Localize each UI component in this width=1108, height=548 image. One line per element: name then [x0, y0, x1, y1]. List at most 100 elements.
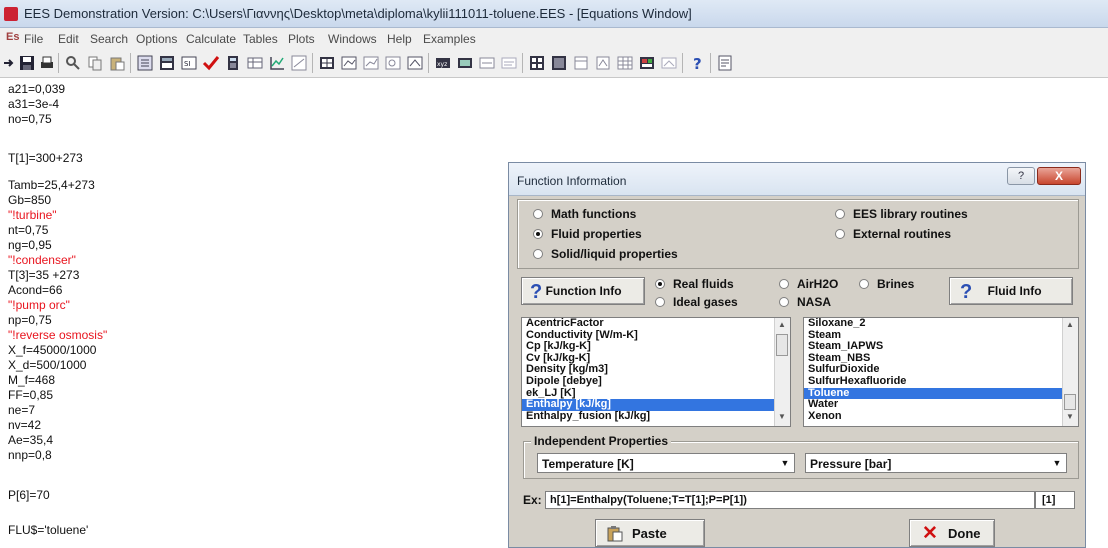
equations-window-icon[interactable] [500, 54, 518, 72]
property-1-select[interactable]: Temperature [K] ▼ [537, 453, 795, 473]
equation-line: Gb=850 [8, 193, 52, 207]
done-label: Done [948, 526, 981, 541]
radio-dot [779, 279, 789, 289]
dialog-title: Function Information [517, 174, 627, 188]
function-list-item[interactable]: AcentricFactor [522, 318, 790, 330]
equation-line: ne=7 [8, 403, 36, 417]
function-list[interactable]: AcentricFactor Conductivity [W/m-K] Cp [kJ… [521, 317, 791, 427]
menu-edit[interactable]: Edit [58, 32, 79, 46]
print-icon[interactable] [38, 54, 56, 72]
menu-tables[interactable]: Tables [243, 32, 278, 46]
radio-ees-library-routines[interactable]: EES library routines [835, 207, 968, 221]
radio-real-fluids[interactable]: Real fluids [655, 277, 734, 291]
window-title-bar: EES Demonstration Version: C:\Users\Γιαν… [0, 0, 1108, 28]
menu-options[interactable]: Options [136, 32, 177, 46]
radio-dot [655, 297, 665, 307]
radio-ideal-gases[interactable]: Ideal gases [655, 295, 738, 309]
menu-help[interactable]: Help [387, 32, 412, 46]
formatted-equations-icon[interactable] [528, 54, 546, 72]
copy-icon[interactable] [86, 54, 104, 72]
fluid-list-item[interactable]: SulfurHexafluoride [804, 375, 1078, 388]
help-icon[interactable]: ? [688, 54, 706, 72]
info-icon[interactable] [136, 54, 154, 72]
array-index-field[interactable]: [1] [1035, 491, 1075, 509]
done-button[interactable]: ✕ Done [909, 519, 995, 547]
table-icon[interactable] [158, 54, 176, 72]
question-icon: ? [530, 281, 543, 303]
radio-fluid-properties[interactable]: Fluid properties [533, 227, 642, 241]
paste-button[interactable]: Paste [595, 519, 705, 547]
fluid-list-item[interactable]: Toluene [804, 387, 1078, 400]
menu-bar: Es File Edit Search Options Calculate Ta… [0, 28, 1108, 48]
graph-icon[interactable] [290, 54, 308, 72]
app-icon [4, 7, 18, 21]
menu-file[interactable]: File [24, 32, 43, 46]
app-menu-icon[interactable]: Es [6, 31, 19, 43]
solution-window-icon[interactable] [550, 54, 568, 72]
radio-label: Real fluids [673, 277, 734, 291]
function-list-item[interactable]: Enthalpy [kJ/kg] [522, 399, 790, 411]
check-icon[interactable] [202, 54, 220, 72]
integral-table-icon[interactable] [660, 54, 678, 72]
fluid-list[interactable]: Siloxane_2 Steam Steam_IAPWS Steam_NBS Sulfu… [803, 317, 1079, 427]
property-2-select[interactable]: Pressure [bar] ▼ [805, 453, 1067, 473]
independent-properties-label: Independent Properties [531, 434, 672, 448]
equation-line: ng=0,95 [8, 238, 52, 252]
radio-dot [533, 229, 543, 239]
radio-airh2o[interactable]: AirH2O [779, 277, 838, 291]
svg-text:xyz: xyz [437, 61, 447, 68]
units-icon[interactable]: SI [180, 54, 198, 72]
variable-info-icon[interactable] [456, 54, 474, 72]
calculator-icon[interactable] [224, 54, 242, 72]
plot-window-icon[interactable] [362, 54, 380, 72]
function-info-button[interactable]: ? Function Info [521, 277, 645, 305]
fluid-list-item[interactable]: Siloxane_2 [804, 318, 1078, 330]
save-icon[interactable] [18, 54, 36, 72]
equation-comment: "!turbine" [8, 208, 57, 222]
radio-label: NASA [797, 295, 832, 309]
dialog-close-button[interactable]: X [1037, 167, 1081, 185]
equation-comment: "!condenser" [8, 253, 76, 267]
fluid-list-item[interactable]: Water [804, 399, 1078, 411]
report-icon[interactable] [716, 54, 734, 72]
array-icon[interactable] [406, 54, 424, 72]
radio-label: Solid/liquid properties [551, 247, 678, 261]
lookup-table-icon[interactable] [340, 54, 358, 72]
function-list-item[interactable]: Dipole [debye] [522, 375, 790, 388]
menu-examples[interactable]: Examples [423, 32, 476, 46]
equation-line: np=0,75 [8, 313, 52, 327]
radio-math-functions[interactable]: Math functions [533, 207, 636, 221]
function-list-item[interactable]: Enthalpy_fusion [kJ/kg] [522, 410, 790, 423]
menu-windows[interactable]: Windows [328, 32, 377, 46]
parametric-table-icon[interactable] [318, 54, 336, 72]
plot-icon[interactable] [268, 54, 286, 72]
menu-search[interactable]: Search [90, 32, 128, 46]
solve-table-icon[interactable] [246, 54, 264, 72]
residuals-window-icon[interactable] [594, 54, 612, 72]
radio-dot [533, 249, 543, 259]
radio-nasa[interactable]: NASA [779, 295, 831, 309]
function-list-scrollbar[interactable]: ▲ ▼ [774, 318, 790, 426]
radio-external-routines[interactable]: External routines [835, 227, 951, 241]
format-icon[interactable]: xyz [434, 54, 452, 72]
lookup-window-icon[interactable] [638, 54, 656, 72]
diagram-icon[interactable] [384, 54, 402, 72]
paste-icon[interactable] [108, 54, 126, 72]
menu-calculate[interactable]: Calculate [186, 32, 236, 46]
equation-line: M_f=468 [8, 373, 56, 387]
radio-solid-liquid-properties[interactable]: Solid/liquid properties [533, 247, 678, 261]
dialog-help-button[interactable]: ? [1007, 167, 1035, 185]
radio-label: Fluid properties [551, 227, 642, 241]
fluid-list-item[interactable]: Xenon [804, 410, 1078, 423]
fluid-info-button[interactable]: ? Fluid Info [949, 277, 1073, 305]
fluid-list-scrollbar[interactable]: ▲ ▼ [1062, 318, 1078, 426]
example-field[interactable]: h[1]=Enthalpy(Toluene;T=T[1];P=P[1]) [545, 491, 1035, 509]
equation-line: T[1]=300+273 [8, 151, 83, 165]
menu-plots[interactable]: Plots [288, 32, 315, 46]
units-check-icon[interactable] [478, 54, 496, 72]
radio-brines[interactable]: Brines [859, 277, 914, 291]
radio-dot [779, 297, 789, 307]
arrays-window-icon[interactable] [572, 54, 590, 72]
find-icon[interactable] [64, 54, 82, 72]
parametric-window-icon[interactable] [616, 54, 634, 72]
